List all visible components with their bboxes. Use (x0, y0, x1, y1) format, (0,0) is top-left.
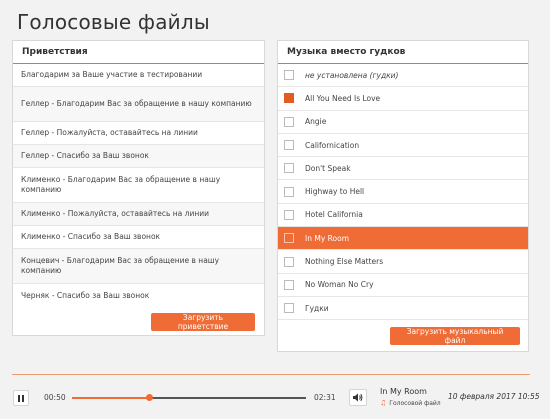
list-item[interactable]: In My Room (278, 227, 528, 251)
music-label: Hotel California (305, 210, 363, 220)
list-item[interactable]: Nothing Else Matters (278, 250, 528, 274)
checkbox[interactable] (284, 209, 294, 220)
list-item[interactable]: Клименко - Благодарим Вас за обращение в… (13, 168, 264, 203)
music-panel: Музыка вместо гудков не установлена (гуд… (277, 40, 529, 352)
music-label: не установлена (гудки) (305, 70, 399, 80)
greeting-label: Клименко - Благодарим Вас за обращение в… (21, 175, 221, 194)
greeting-label: Геллер - Спасибо за Ваш звонок (21, 151, 149, 160)
checkbox[interactable] (284, 116, 294, 127)
greeting-label: Концевич - Благодарим Вас за обращение в… (21, 256, 220, 275)
list-item[interactable]: Благодарим за Ваше участие в тестировани… (13, 64, 264, 87)
checkbox[interactable] (284, 163, 294, 174)
now-playing-title: In My Room (380, 387, 427, 396)
greeting-label: Благодарим за Ваше участие в тестировани… (21, 70, 203, 79)
list-item[interactable]: Don't Speak (278, 157, 528, 181)
pause-button[interactable] (13, 390, 29, 406)
upload-greeting-button[interactable]: Загрузить приветствие (151, 313, 255, 331)
music-label: Nothing Else Matters (305, 257, 384, 267)
player-divider (12, 374, 530, 375)
music-label: In My Room (305, 233, 350, 243)
music-label: Гудки (305, 303, 329, 313)
greeting-label: Клименко - Спасибо за Ваш звонок (21, 232, 161, 241)
list-item[interactable]: Геллер - Пожалуйста, оставайтесь на лини… (13, 122, 264, 145)
progress-fill (72, 397, 150, 399)
greetings-list: Благодарим за Ваше участие в тестировани… (13, 64, 264, 307)
checkbox[interactable] (284, 93, 294, 104)
progress-track[interactable] (72, 394, 306, 401)
speaker-icon (353, 393, 363, 402)
checkbox[interactable] (284, 70, 294, 81)
checkbox[interactable] (284, 303, 294, 314)
greeting-label: Клименко - Пожалуйста, оставайтесь на ли… (21, 209, 209, 218)
list-item[interactable]: Гудки (278, 297, 528, 321)
pause-icon (18, 394, 24, 402)
music-label: Don't Speak (305, 163, 351, 173)
music-label: Angie (305, 117, 327, 127)
list-item[interactable]: Californication (278, 134, 528, 158)
list-item[interactable]: Геллер - Спасибо за Ваш звонок (13, 145, 264, 168)
checkbox[interactable] (284, 279, 294, 290)
music-header: Музыка вместо гудков (278, 41, 528, 64)
music-label: Highway to Hell (305, 187, 365, 197)
volume-button[interactable] (349, 389, 367, 406)
current-time: 00:50 (44, 393, 66, 402)
greetings-panel: Приветствия Благодарим за Ваше участие в… (12, 40, 265, 336)
list-item[interactable]: Highway to Hell (278, 180, 528, 204)
list-item[interactable]: Концевич - Благодарим Вас за обращение в… (13, 249, 264, 284)
checkbox[interactable] (284, 186, 294, 197)
checkbox[interactable] (284, 256, 294, 267)
list-item[interactable]: Hotel California (278, 204, 528, 228)
music-label: All You Need Is Love (305, 93, 381, 103)
music-list: не установлена (гудки) All You Need Is Lo… (278, 64, 528, 321)
list-item[interactable]: All You Need Is Love (278, 87, 528, 111)
list-item[interactable]: Клименко - Пожалуйста, оставайтесь на ли… (13, 203, 264, 226)
greeting-label: Черняк - Спасибо за Ваш звонок (21, 290, 150, 300)
upload-music-button[interactable]: Загрузить музыкальный файл (390, 327, 520, 345)
now-playing-type: ♫ Голосовой файл (380, 399, 441, 407)
total-time: 02:31 (314, 393, 336, 402)
music-label: Californication (305, 140, 360, 150)
checkbox[interactable] (284, 233, 294, 244)
track-type-label: Голосовой файл (389, 399, 441, 407)
datetime: 10 февраля 2017 10:55 (448, 392, 540, 401)
list-item[interactable]: не установлена (гудки) (278, 64, 528, 88)
page-title: Голосовые файлы (17, 10, 210, 34)
checkbox[interactable] (284, 140, 294, 151)
music-label: No Woman No Cry (305, 280, 374, 290)
progress-handle[interactable] (146, 394, 154, 401)
list-item[interactable]: Черняк - Спасибо за Ваш звонок (13, 284, 264, 307)
list-item[interactable]: Angie (278, 111, 528, 134)
greeting-label: Геллер - Пожалуйста, оставайтесь на лини… (21, 128, 198, 137)
greetings-header: Приветствия (13, 41, 264, 64)
list-item[interactable]: Клименко - Спасибо за Ваш звонок (13, 226, 264, 249)
greeting-label: Геллер - Благодарим Вас за обращение в н… (21, 99, 252, 108)
list-item[interactable]: No Woman No Cry (278, 274, 528, 297)
music-note-icon: ♫ (380, 399, 387, 407)
list-item[interactable]: Геллер - Благодарим Вас за обращение в н… (13, 87, 264, 122)
